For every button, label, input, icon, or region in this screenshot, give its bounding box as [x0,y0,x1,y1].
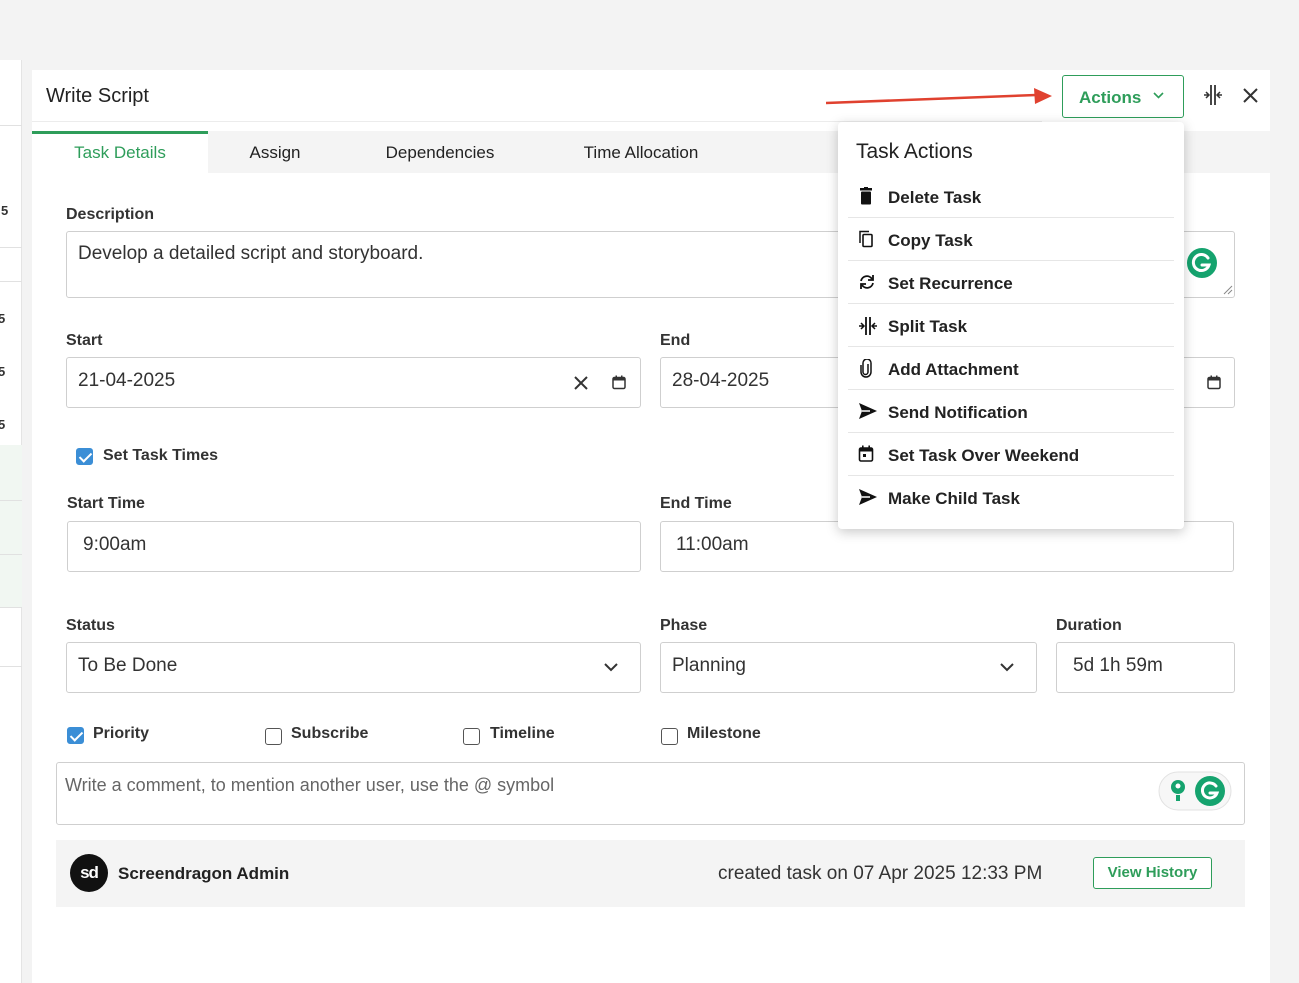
divider [0,666,22,667]
menu-item-copy-task[interactable]: Copy Task [848,218,1174,261]
end-time-label: End Time [660,495,732,512]
start-time-value: 9:00am [83,534,147,555]
recurrence-icon [860,275,874,289]
tab-dependencies[interactable]: Dependencies [372,131,508,173]
clear-icon[interactable] [574,376,588,390]
divider [0,125,22,126]
menu-item-set-task-over-weekend[interactable]: Set Task Over Weekend [848,433,1174,476]
phase-value: Planning [672,655,746,676]
history-user: Screendragon Admin [118,864,290,883]
task-title[interactable]: Write Script [46,85,149,108]
status-select[interactable]: To Be Done [66,642,641,693]
priority-label: Priority [93,725,150,742]
menu-item-set-recurrence[interactable]: Set Recurrence [848,261,1174,304]
split-icon[interactable] [1203,84,1223,106]
end-date-value: 28-04-2025 [672,370,770,391]
task-actions-menu: Task Actions Delete Task Copy Task Set R… [838,122,1184,529]
history-bar: sd Screendragon Admin created task on 07… [56,840,1245,907]
list-item-value: 5 [0,417,6,432]
calendar-icon[interactable] [612,375,626,390]
actions-button[interactable]: Actions [1062,75,1184,118]
menu-item-label: Send Notification [888,403,1028,422]
comment-placeholder: Write a comment, to mention another user… [65,775,555,795]
send-icon [859,489,877,505]
grammarly-icon[interactable] [1185,246,1219,280]
menu-item-label: Set Recurrence [888,274,1013,293]
set-task-times-label: Set Task Times [103,447,219,464]
subscribe-label: Subscribe [291,725,369,742]
avatar: sd [70,854,108,892]
start-time-field[interactable]: 9:00am [67,521,641,572]
start-time-label: Start Time [67,495,145,512]
close-icon[interactable] [1243,88,1258,103]
description-label: Description [66,206,155,223]
actions-label: Actions [1079,88,1142,107]
history-created-text: created task on 07 Apr 2025 12:33 PM [718,863,1043,884]
list-item-value: 5 [0,364,6,379]
calendar-icon [858,445,874,462]
task-actions-title: Task Actions [856,140,973,163]
list-item-value: 5 [1,203,9,218]
menu-item-send-notification[interactable]: Send Notification [848,390,1174,433]
timeline-checkbox[interactable] [463,728,480,745]
tab-task-details[interactable]: Task Details [32,131,208,173]
duration-field[interactable]: 5d 1h 59m [1056,642,1235,693]
end-time-value: 11:00am [676,534,749,555]
split-icon [859,317,877,335]
status-value: To Be Done [78,655,178,676]
start-date-field[interactable]: 21-04-2025 [66,357,641,408]
menu-item-label: Make Child Task [888,489,1020,508]
comment-input[interactable]: Write a comment, to mention another user… [56,762,1245,825]
phase-label: Phase [660,617,708,634]
copy-icon [859,230,873,248]
view-history-button[interactable]: View History [1093,857,1212,889]
milestone-label: Milestone [687,725,761,742]
list-item-value: 5 [0,311,6,326]
menu-item-make-child-task[interactable]: Make Child Task [848,476,1174,519]
divider [0,554,22,555]
send-icon [859,403,877,419]
menu-item-add-attachment[interactable]: Add Attachment [848,347,1174,390]
highlight-row [0,445,22,607]
grammarly-suggestions-icon[interactable] [1158,771,1232,811]
end-label: End [660,332,691,349]
divider [0,247,22,248]
menu-item-label: Set Task Over Weekend [888,446,1080,465]
set-task-times-checkbox[interactable] [76,448,93,465]
tab-assign[interactable]: Assign [228,131,322,173]
phase-select[interactable]: Planning [660,642,1037,693]
duration-value: 5d 1h 59m [1073,655,1163,676]
duration-label: Duration [1056,617,1122,634]
divider [0,500,22,501]
calendar-icon[interactable] [1207,375,1221,390]
trash-icon [860,187,872,205]
tab-time-allocation[interactable]: Time Allocation [568,131,714,173]
menu-item-label: Split Task [888,317,968,336]
menu-item-label: Add Attachment [888,360,1019,379]
timeline-label: Timeline [490,725,555,742]
priority-checkbox[interactable] [67,727,84,744]
menu-item-label: Delete Task [888,188,982,207]
chevron-down-icon [1000,663,1014,672]
background-list: 5 5 5 5 [0,60,22,983]
divider [0,607,22,608]
menu-item-delete-task[interactable]: Delete Task [848,175,1174,218]
paperclip-icon [860,359,872,378]
start-date-value: 21-04-2025 [78,370,176,391]
divider [0,281,22,282]
resize-handle-icon[interactable] [1223,285,1233,295]
milestone-checkbox[interactable] [661,728,678,745]
start-label: Start [66,332,103,349]
chevron-down-icon [604,663,618,672]
menu-item-split-task[interactable]: Split Task [848,304,1174,347]
description-value: Develop a detailed script and storyboard… [78,243,424,264]
annotation-arrow [826,88,1052,105]
status-label: Status [66,617,115,634]
subscribe-checkbox[interactable] [265,728,282,745]
menu-item-label: Copy Task [888,231,973,250]
chevron-down-icon [1153,92,1164,99]
